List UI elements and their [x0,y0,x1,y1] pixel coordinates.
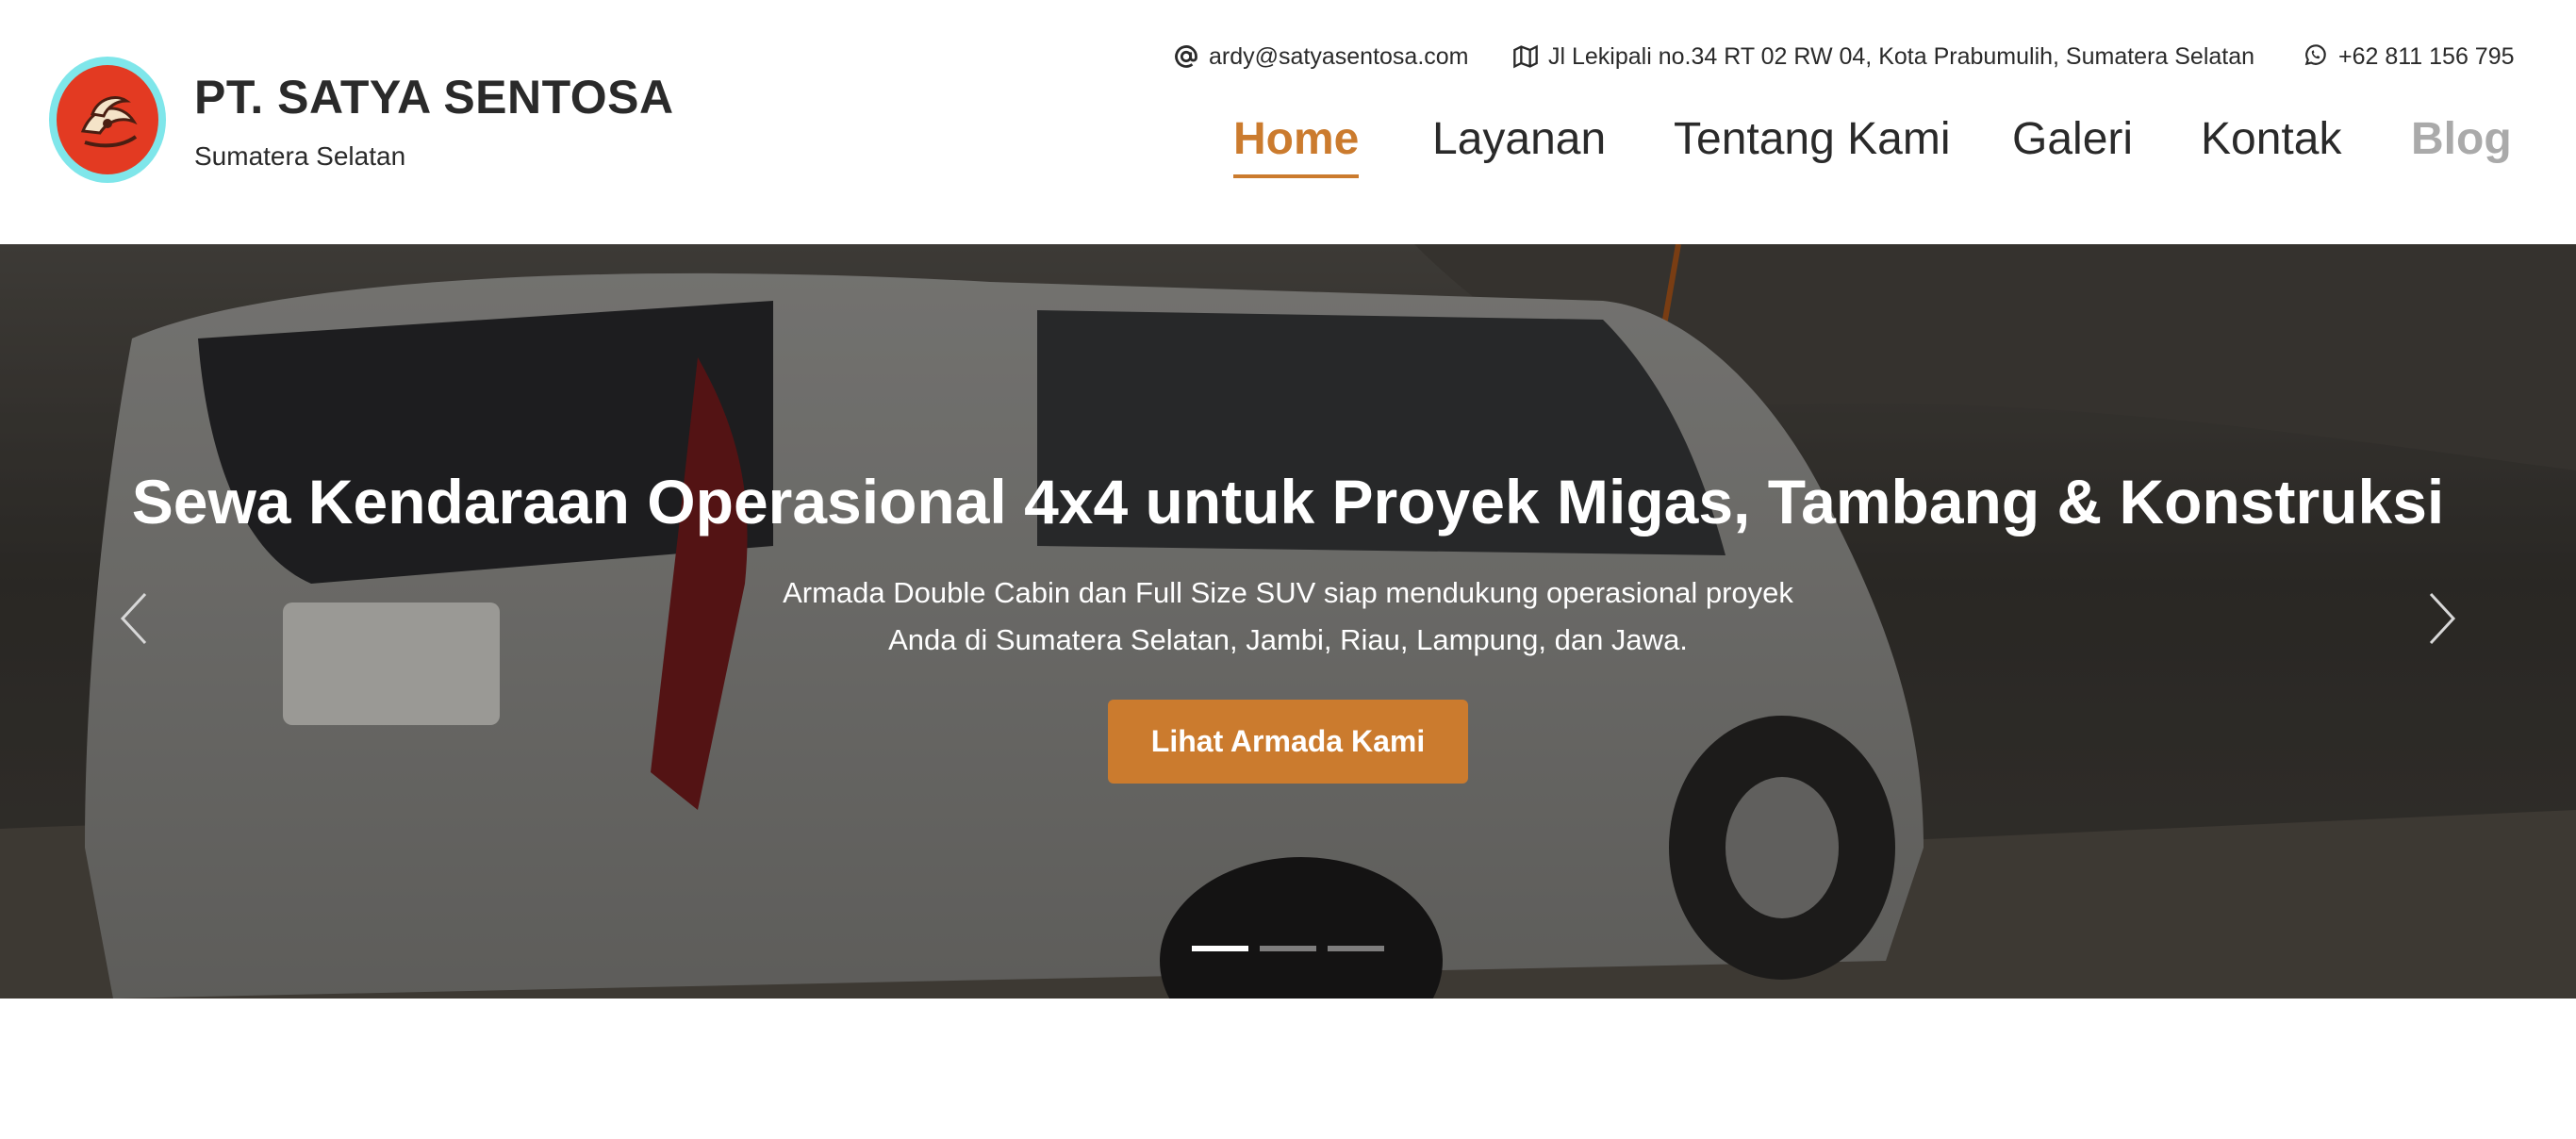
hero-description-line: Anda di Sumatera Selatan, Jambi, Riau, L… [888,623,1688,656]
hero-carousel: Sewa Kendaraan Operasional 4x4 untuk Pro… [0,244,2576,999]
whatsapp-icon [2303,43,2329,70]
company-logo[interactable] [49,57,166,183]
nav-layanan[interactable]: Layanan [1432,113,1606,165]
contact-address-text: Jl Lekipali no.34 RT 02 RW 04, Kota Prab… [1548,42,2255,70]
carousel-indicator-2[interactable] [1260,946,1316,951]
nav-kontak[interactable]: Kontak [2201,113,2341,165]
chevron-left-icon [120,592,147,645]
nav-galeri[interactable]: Galeri [2012,113,2133,165]
carousel-indicators [1192,946,1384,951]
site-header: PT. SATYA SENTOSA Sumatera Selatan ardy@… [0,0,2576,244]
logo-emblem-icon [57,65,158,174]
at-sign-icon [1173,43,1199,70]
contact-phone[interactable]: +62 811 156 795 [2303,38,2515,75]
contact-address[interactable]: Jl Lekipali no.34 RT 02 RW 04, Kota Prab… [1512,38,2254,75]
contact-email[interactable]: ardy@satyasentosa.com [1173,38,1469,75]
view-fleet-button[interactable]: Lihat Armada Kami [1108,700,1468,784]
nav-tentang-kami[interactable]: Tentang Kami [1674,113,1951,165]
contact-email-text: ardy@satyasentosa.com [1209,42,1469,70]
company-region: Sumatera Selatan [194,141,406,171]
company-name[interactable]: PT. SATYA SENTOSA [194,70,674,124]
hero-description-line: Armada Double Cabin dan Full Size SUV si… [783,576,1793,609]
carousel-next-button[interactable] [2423,588,2461,649]
chevron-right-icon [2429,592,2456,645]
carousel-indicator-1[interactable] [1192,946,1248,951]
hero-description: Armada Double Cabin dan Full Size SUV si… [0,570,2576,664]
hero-title: Sewa Kendaraan Operasional 4x4 untuk Pro… [131,467,2445,536]
nav-blog[interactable]: Blog [2411,113,2512,165]
carousel-prev-button[interactable] [115,588,153,649]
contact-phone-text: +62 811 156 795 [2338,42,2515,70]
nav-home[interactable]: Home [1233,113,1360,178]
map-icon [1512,43,1539,70]
carousel-indicator-3[interactable] [1328,946,1384,951]
